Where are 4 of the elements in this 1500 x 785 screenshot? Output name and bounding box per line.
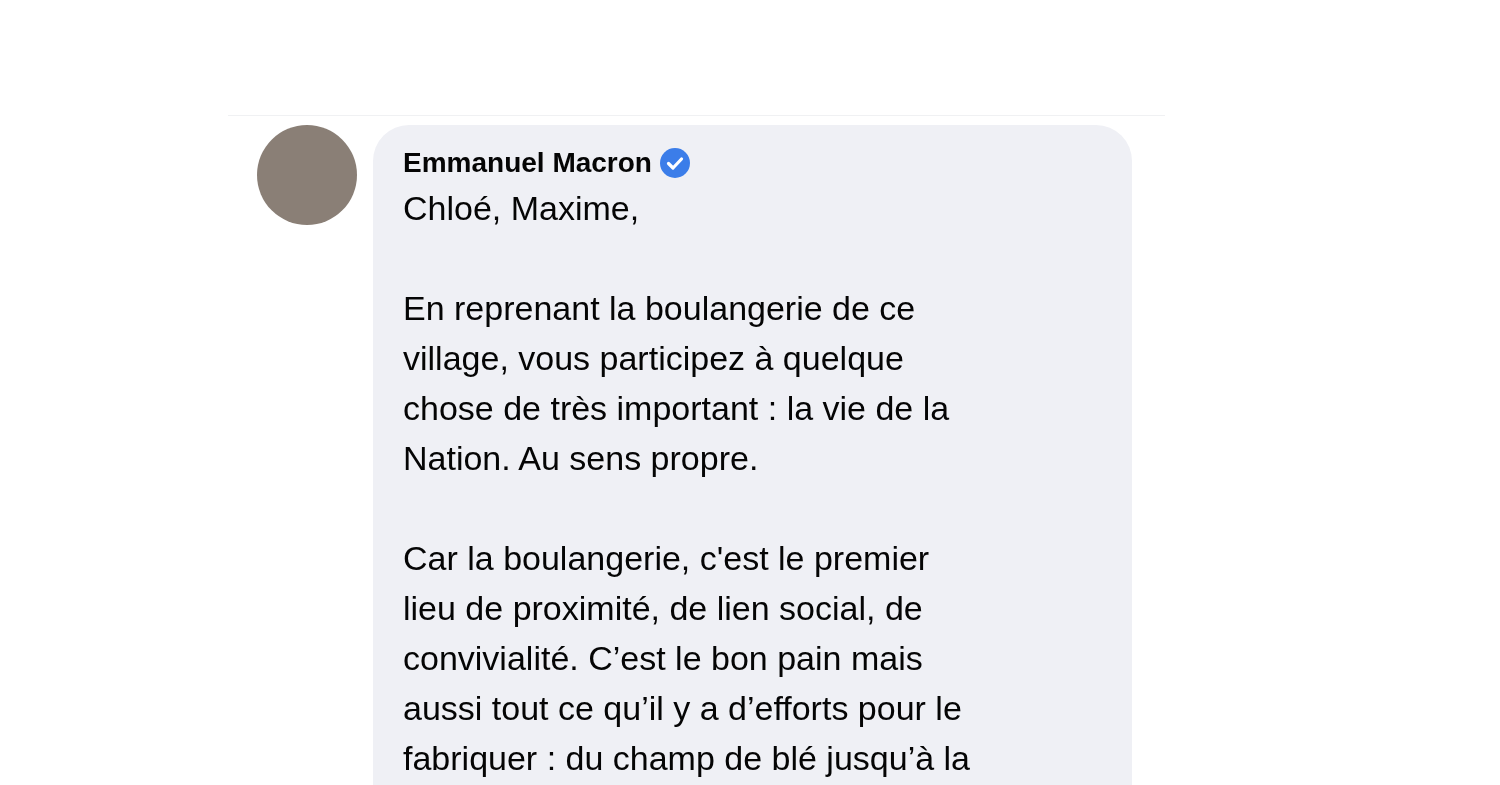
- author-name[interactable]: Emmanuel Macron: [403, 147, 652, 179]
- comment-paragraph: Chloé, Maxime,: [403, 188, 641, 229]
- comment-paragraph: En reprenant la boulangerie de ce village, vous participez à quelque chose de très important : la vie de la Nation. Au sens propre.: [403, 288, 951, 479]
- comment-paragraph: Car la boulangerie, c'est le premier lieu de proximité, de lien social, de convivialité. C’est le bon pain mais aussi tout ce qu’il y a d’efforts pour le fabriquer : du champ de blé jusqu’à la: [403, 538, 972, 779]
